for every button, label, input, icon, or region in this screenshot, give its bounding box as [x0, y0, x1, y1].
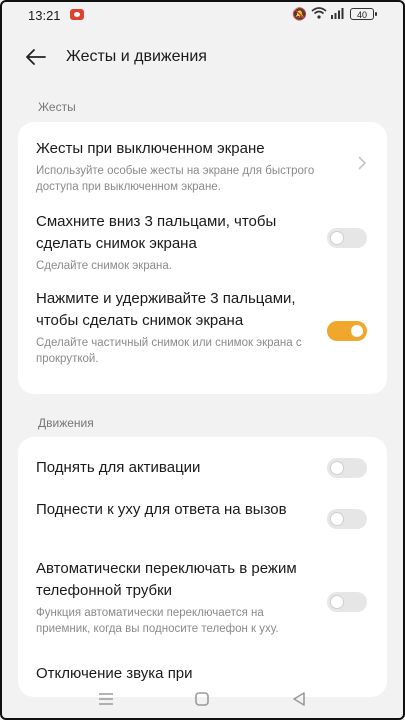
gestures-card: Жесты при выключенном экране Используйте… [18, 122, 387, 394]
item-title: Смахните вниз 3 пальцами, чтобы сделать … [36, 213, 277, 252]
signal-icon [330, 7, 344, 22]
toggle-knob [331, 232, 343, 244]
list-item-raise-to-answer[interactable]: Поднести к уху для ответа на вызов [36, 499, 317, 521]
toggle-raise-to-answer[interactable] [327, 509, 367, 529]
item-title: Поднять для активации [36, 459, 201, 476]
toggle-knob [331, 596, 343, 608]
system-nav-bar [0, 686, 405, 720]
menu-icon[interactable] [98, 692, 114, 711]
toggle-knob [351, 325, 363, 337]
list-item-swipe-screenshot[interactable]: Смахните вниз 3 пальцами, чтобы сделать … [36, 211, 317, 274]
status-time: 13:21 [28, 8, 61, 23]
toggle-raise-to-wake[interactable] [327, 458, 367, 478]
list-item-screen-off-gestures[interactable]: Жесты при выключенном экране Используйте… [36, 138, 339, 195]
list-item-raise-to-wake[interactable]: Поднять для активации [36, 457, 317, 479]
section-label-motions: Движения [38, 416, 94, 430]
item-title: Отключение звука при [36, 665, 193, 682]
motions-card: Поднять для активации Поднести к уху для… [18, 437, 387, 697]
toggle-hold-screenshot[interactable] [327, 321, 367, 341]
list-item-mute[interactable]: Отключение звука при [36, 663, 317, 685]
battery-icon: 40 [350, 8, 377, 20]
toggle-knob [331, 513, 343, 525]
list-item-earpiece-switch[interactable]: Автоматически переключать в режим телефо… [36, 558, 317, 637]
list-item-hold-screenshot[interactable]: Нажмите и удерживайте 3 пальцами, чтобы … [36, 288, 317, 367]
item-title: Нажмите и удерживайте 3 пальцами, чтобы … [36, 290, 296, 329]
page-title: Жесты и движения [66, 48, 207, 65]
item-subtitle: Используйте особые жесты на экране для б… [36, 165, 315, 193]
toggle-swipe-screenshot[interactable] [327, 228, 367, 248]
item-subtitle: Сделайте снимок экрана. [36, 260, 172, 272]
item-title: Жесты при выключенном экране [36, 140, 265, 157]
screen-record-icon [70, 9, 84, 20]
item-subtitle: Функция автоматически переключается на п… [36, 607, 279, 635]
item-subtitle: Сделайте частичный снимок или снимок экр… [36, 337, 302, 365]
home-icon[interactable] [195, 692, 209, 711]
app-header: Жесты и движения [0, 36, 405, 80]
section-label-gestures: Жесты [38, 100, 76, 114]
chevron-right-icon [357, 155, 367, 176]
back-arrow-icon[interactable] [24, 44, 50, 70]
wifi-icon [311, 7, 327, 22]
mute-icon: 🔕 [292, 7, 307, 21]
status-bar: 13:21 🔕 40 [0, 0, 405, 30]
toggle-earpiece-switch[interactable] [327, 592, 367, 612]
item-title: Автоматически переключать в режим телефо… [36, 560, 297, 599]
item-title: Поднести к уху для ответа на вызов [36, 501, 287, 518]
back-nav-icon[interactable] [292, 692, 306, 711]
toggle-knob [331, 462, 343, 474]
